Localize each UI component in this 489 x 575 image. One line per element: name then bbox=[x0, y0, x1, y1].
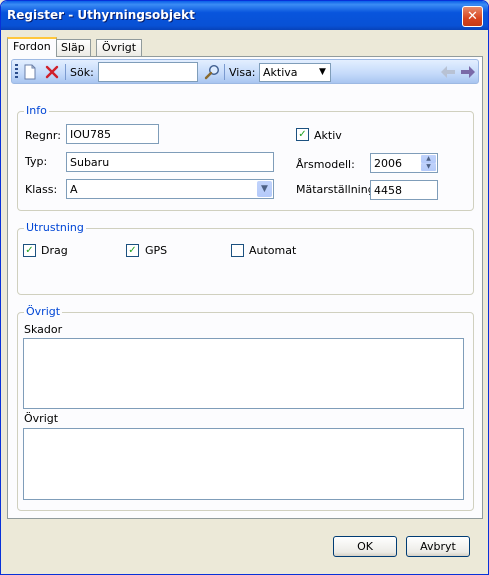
ok-button[interactable]: OK bbox=[333, 536, 397, 557]
toolbar-separator bbox=[65, 64, 66, 80]
show-select[interactable]: Aktiva ▼ bbox=[259, 63, 331, 82]
utrustning-group: Utrustning bbox=[17, 221, 474, 295]
drag-checkbox[interactable]: ✓ bbox=[23, 244, 36, 257]
drag-label: Drag bbox=[41, 244, 68, 257]
gps-label: GPS bbox=[145, 244, 168, 257]
skador-label: Skador bbox=[24, 323, 63, 336]
search-icon[interactable] bbox=[204, 64, 220, 80]
gps-checkbox[interactable]: ✓ bbox=[126, 244, 139, 257]
aktiv-checkbox[interactable]: ✓ bbox=[296, 128, 309, 141]
skador-textarea[interactable] bbox=[23, 338, 464, 409]
automat-label: Automat bbox=[249, 244, 297, 257]
window-title: Register - Uthyrningsobjekt bbox=[7, 8, 195, 22]
arsmodell-label: Årsmodell: bbox=[296, 158, 355, 171]
regnr-field[interactable]: IOU785 bbox=[66, 124, 159, 144]
close-icon: ✕ bbox=[467, 9, 478, 24]
klass-label: Klass: bbox=[25, 183, 58, 196]
arsmodell-spin-buttons[interactable]: ▲ ▼ bbox=[421, 155, 436, 171]
tab-panel-fordon: Sök: Visa: Aktiva ▼ Info Regnr: IOU785 T… bbox=[7, 56, 483, 519]
chevron-down-icon: ▼ bbox=[315, 64, 330, 81]
matarstallning-label: Mätarställning: bbox=[296, 183, 379, 196]
close-button[interactable]: ✕ bbox=[462, 6, 483, 27]
ovrigt-label: Övrigt bbox=[24, 412, 59, 425]
ovrigt-textarea[interactable] bbox=[23, 428, 464, 500]
tab-fordon[interactable]: Fordon bbox=[7, 37, 57, 57]
show-label: Visa: bbox=[229, 66, 256, 79]
toolbar-separator bbox=[224, 64, 225, 80]
search-label: Sök: bbox=[70, 66, 94, 79]
arsmodell-stepper[interactable]: 2006 ▲ ▼ bbox=[370, 153, 438, 173]
typ-field[interactable]: Subaru bbox=[66, 152, 274, 172]
toolbar: Sök: Visa: Aktiva ▼ bbox=[11, 59, 479, 84]
spin-up-icon[interactable]: ▲ bbox=[421, 155, 436, 163]
tab-slap[interactable]: Släp bbox=[55, 39, 91, 56]
info-group-title: Info bbox=[24, 104, 49, 117]
klass-select-value: A bbox=[70, 183, 78, 196]
automat-checkbox[interactable] bbox=[231, 244, 244, 257]
back-arrow-icon[interactable] bbox=[440, 64, 456, 80]
title-bar[interactable]: Register - Uthyrningsobjekt ✕ bbox=[1, 1, 488, 30]
ovrigt-group-title: Övrigt bbox=[24, 305, 63, 318]
search-input[interactable] bbox=[98, 62, 198, 82]
spin-down-icon[interactable]: ▼ bbox=[421, 163, 436, 171]
matarstallning-field[interactable]: 4458 bbox=[370, 180, 438, 200]
toolbar-grip[interactable] bbox=[15, 64, 18, 80]
utrustning-group-title: Utrustning bbox=[24, 221, 86, 234]
dialog-window: Register - Uthyrningsobjekt ✕ Fordon Slä… bbox=[0, 0, 489, 575]
klass-select[interactable]: A ▼ bbox=[66, 179, 274, 199]
cancel-button[interactable]: Avbryt bbox=[406, 536, 470, 557]
arsmodell-value: 2006 bbox=[374, 157, 402, 170]
tab-ovrigt[interactable]: Övrigt bbox=[96, 39, 143, 56]
typ-label: Typ: bbox=[25, 155, 48, 168]
forward-arrow-icon[interactable] bbox=[460, 64, 476, 80]
aktiv-label: Aktiv bbox=[314, 129, 342, 142]
chevron-down-icon[interactable]: ▼ bbox=[257, 181, 272, 197]
show-select-value: Aktiva bbox=[263, 66, 298, 79]
delete-icon[interactable] bbox=[44, 64, 60, 80]
new-document-icon[interactable] bbox=[22, 64, 38, 80]
regnr-label: Regnr: bbox=[25, 129, 61, 142]
